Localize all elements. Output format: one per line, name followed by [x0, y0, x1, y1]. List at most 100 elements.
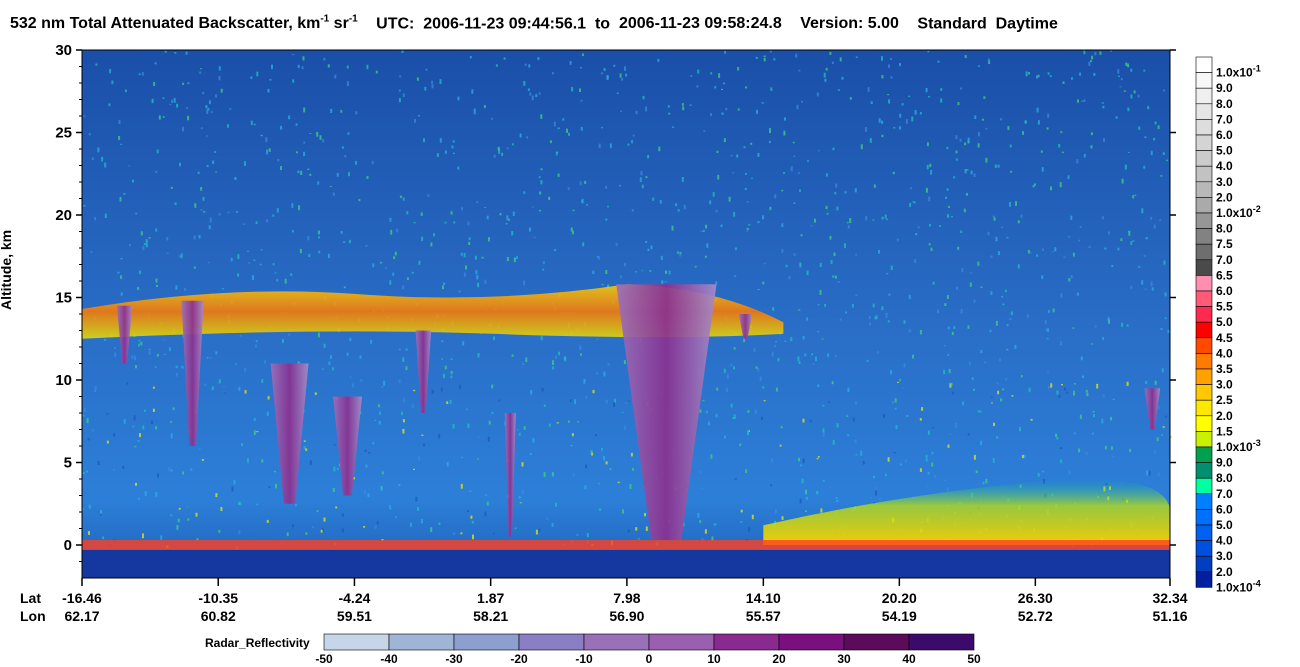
colorbar-label: 7.0: [1216, 112, 1233, 126]
lon-tick-label: 56.90: [609, 608, 645, 624]
colorbar-cell: [1195, 399, 1213, 417]
colorbar-label: 8.0: [1216, 222, 1233, 236]
radar-tick-label: 10: [707, 652, 721, 666]
radar-tick-label: 50: [967, 652, 981, 666]
colorbar-cell: [1195, 72, 1213, 89]
y-tick-label: 30: [55, 42, 72, 59]
colorbar-cell: [1195, 415, 1213, 432]
colorbar-label: 7.0: [1216, 253, 1233, 267]
colorbar-label: 9.0: [1216, 456, 1233, 470]
radar-colorbar-cell: [453, 633, 520, 651]
colorbar-label: 1.0x10-3: [1216, 438, 1261, 454]
radar-tick-label: 30: [837, 652, 851, 666]
lat-tick-label: -4.24: [338, 590, 371, 606]
colorbar-cell: [1195, 290, 1213, 307]
colorbar-label: 7.0: [1216, 487, 1233, 501]
colorbar-cell: [1195, 540, 1213, 557]
lon-tick-label: 58.21: [473, 608, 509, 624]
lon-tick-label: 62.17: [64, 608, 100, 624]
colorbar-label: 5.0: [1216, 315, 1233, 329]
colorbar-cell: [1195, 353, 1213, 370]
colorbar-label: 4.5: [1216, 331, 1233, 345]
colorbar-cell: [1195, 103, 1213, 120]
radar-tick-label: -10: [575, 652, 593, 666]
lat-tick-label: 14.10: [745, 590, 781, 606]
colorbar-cell: [1195, 368, 1213, 385]
radar-tick-label: -20: [510, 652, 528, 666]
lat-tick-label: 1.87: [477, 590, 505, 606]
y-tick-label: 15: [55, 290, 72, 307]
colorbar-label: 3.0: [1216, 175, 1233, 189]
chart-canvas: 051015202530 1.0x10-19.08.07.06.05.04.03…: [55, 42, 1261, 666]
lon-tick-label: 51.16: [1152, 608, 1188, 624]
colorbar-cell: [1195, 571, 1213, 588]
lon-row-label: Lon: [20, 608, 46, 624]
colorbar-cell: [1195, 181, 1213, 198]
colorbar-cell: [1195, 259, 1213, 276]
colorbar-cell: [1195, 477, 1213, 495]
colorbar-cell: [1195, 493, 1213, 510]
colorbar-label: 9.0: [1216, 81, 1233, 95]
radar-tick-label: -50: [315, 652, 333, 666]
colorbar-label: 4.0: [1216, 346, 1233, 360]
colorbar-cell: [1195, 228, 1213, 245]
radar-tick-label: 20: [772, 652, 786, 666]
lat-tick-label: 32.34: [1152, 590, 1188, 606]
colorbar-cell: [1195, 431, 1213, 448]
colorbar-label: 6.0: [1216, 502, 1233, 516]
lat-tick-label: 20.20: [881, 590, 917, 606]
colorbar-cell: [1195, 306, 1213, 323]
colorbar-cell: [1195, 212, 1213, 229]
lon-tick-label: 59.51: [336, 608, 372, 624]
colorbar-label: 4.0: [1216, 534, 1233, 548]
colorbar-label: 1.5: [1216, 424, 1233, 438]
colorbar-label: 5.0: [1216, 144, 1233, 158]
lon-tick-label: 52.72: [1017, 608, 1053, 624]
radar-tick-label: -30: [445, 652, 463, 666]
colorbar-label: 2.5: [1216, 393, 1233, 407]
lon-tick-label: 60.82: [200, 608, 236, 624]
colorbar-label: 1.0x10-2: [1216, 204, 1261, 220]
radar-colorbar-cell: [323, 633, 390, 651]
colorbar-label: 7.5: [1216, 237, 1233, 251]
y-tick-label: 10: [55, 372, 72, 389]
colorbar-cell: [1195, 337, 1213, 354]
colorbar-label: 3.0: [1216, 549, 1233, 563]
colorbar-label: 1.0x10-1: [1216, 64, 1261, 80]
y-tick-label: 5: [64, 455, 72, 472]
lon-tick-label: 55.57: [745, 608, 781, 624]
lat-tick-label: -10.35: [198, 590, 239, 606]
colorbar-cell: [1195, 56, 1213, 73]
colorbar-label: 3.0: [1216, 378, 1233, 392]
lon-tick-label: 54.19: [881, 608, 917, 624]
colorbar-cell: [1195, 446, 1213, 463]
colorbar-cell: [1195, 150, 1213, 167]
radar-colorbar-cell: [778, 633, 845, 651]
colorbar-label: 2.0: [1216, 190, 1233, 204]
colorbar-cell: [1195, 165, 1213, 183]
colorbar-cell: [1195, 524, 1213, 541]
colorbar-cell: [1195, 119, 1213, 136]
lat-row-label: Lat: [20, 590, 41, 606]
y-tick-label: 20: [55, 207, 72, 224]
radar-reflectivity-title: Radar_Reflectivity: [205, 636, 310, 650]
radar-tick-label: -40: [380, 652, 398, 666]
colorbar-label: 8.0: [1216, 97, 1233, 111]
y-tick-label: 0: [64, 537, 72, 554]
colorbar-cell: [1195, 384, 1213, 401]
lat-tick-label: -16.46: [62, 590, 102, 606]
colorbar-cell: [1195, 321, 1213, 339]
backscatter-plot-area: [81, 49, 1172, 579]
colorbar-cell: [1195, 275, 1213, 292]
lat-tick-label: 26.30: [1017, 590, 1053, 606]
radar-tick-label: 40: [902, 652, 916, 666]
colorbar-label: 2.0: [1216, 565, 1233, 579]
below-surface: [82, 549, 1170, 578]
colorbar-label: 6.5: [1216, 268, 1233, 282]
radar-reflectivity-colorbar: -50 -40 -30 -20 -10 0 10 20 30 40 50: [315, 633, 981, 666]
y-tick-label: 25: [55, 125, 72, 142]
backscatter-colorbar: 1.0x10-19.08.07.06.05.04.03.02.01.0x10-2…: [1195, 56, 1261, 594]
colorbar-cell: [1195, 134, 1213, 151]
colorbar-cell: [1195, 87, 1213, 105]
colorbar-cell: [1195, 555, 1213, 573]
